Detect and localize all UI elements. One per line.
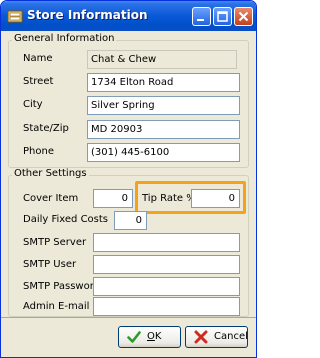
general-information-label: General Information (12, 33, 117, 45)
name-field: Chat & Chew (87, 50, 237, 69)
street-input[interactable]: 1734 Elton Road (87, 73, 240, 92)
window-title: Store Information (27, 8, 148, 22)
maximize-button[interactable] (213, 7, 232, 26)
phone-label: Phone (23, 146, 54, 157)
minimize-button[interactable] (192, 7, 211, 26)
title-bar[interactable]: Store Information (1, 1, 256, 31)
ok-button[interactable]: OK (118, 326, 181, 348)
name-label: Name (23, 53, 53, 64)
maximize-icon (217, 11, 228, 22)
cancel-x-icon (194, 330, 208, 352)
close-icon (238, 11, 249, 22)
smtp-password-label: SMTP Password (23, 281, 101, 292)
smtp-server-label: SMTP Server (23, 237, 87, 248)
other-settings-label: Other Settings (12, 168, 89, 180)
admin-email-label: Admin E-mail (23, 301, 90, 312)
ok-label-rest: K (154, 331, 162, 342)
ok-mnemonic: O (147, 331, 155, 342)
state-zip-input[interactable]: MD 20903 (87, 120, 240, 139)
footer-divider (1, 317, 256, 318)
tip-rate-label: Tip Rate % (142, 193, 196, 204)
store-app-icon (7, 8, 23, 24)
cancel-button[interactable]: Cancel (185, 326, 248, 348)
smtp-password-input[interactable] (93, 277, 240, 296)
cover-item-label: Cover Item (23, 193, 79, 204)
smtp-server-input[interactable] (93, 233, 240, 252)
store-information-dialog: Store Information General Information Na… (0, 0, 257, 358)
minimize-icon (197, 19, 204, 21)
street-label: Street (23, 76, 54, 87)
daily-fixed-costs-label: Daily Fixed Costs (23, 214, 109, 225)
cover-item-input[interactable]: 0 (93, 189, 133, 208)
admin-email-input[interactable] (93, 297, 240, 316)
daily-fixed-costs-input[interactable]: 0 (114, 211, 147, 230)
close-button[interactable] (234, 7, 253, 26)
tip-rate-input[interactable]: 0 (191, 189, 240, 208)
city-label: City (23, 99, 43, 110)
city-input[interactable]: Silver Spring (87, 96, 240, 115)
smtp-user-label: SMTP User (23, 259, 77, 270)
cancel-label: Cancel (214, 331, 248, 342)
phone-input[interactable]: (301) 445-6100 (87, 143, 240, 162)
smtp-user-input[interactable] (93, 255, 240, 274)
checkmark-icon (127, 330, 141, 352)
state-zip-label: State/Zip (23, 123, 69, 134)
